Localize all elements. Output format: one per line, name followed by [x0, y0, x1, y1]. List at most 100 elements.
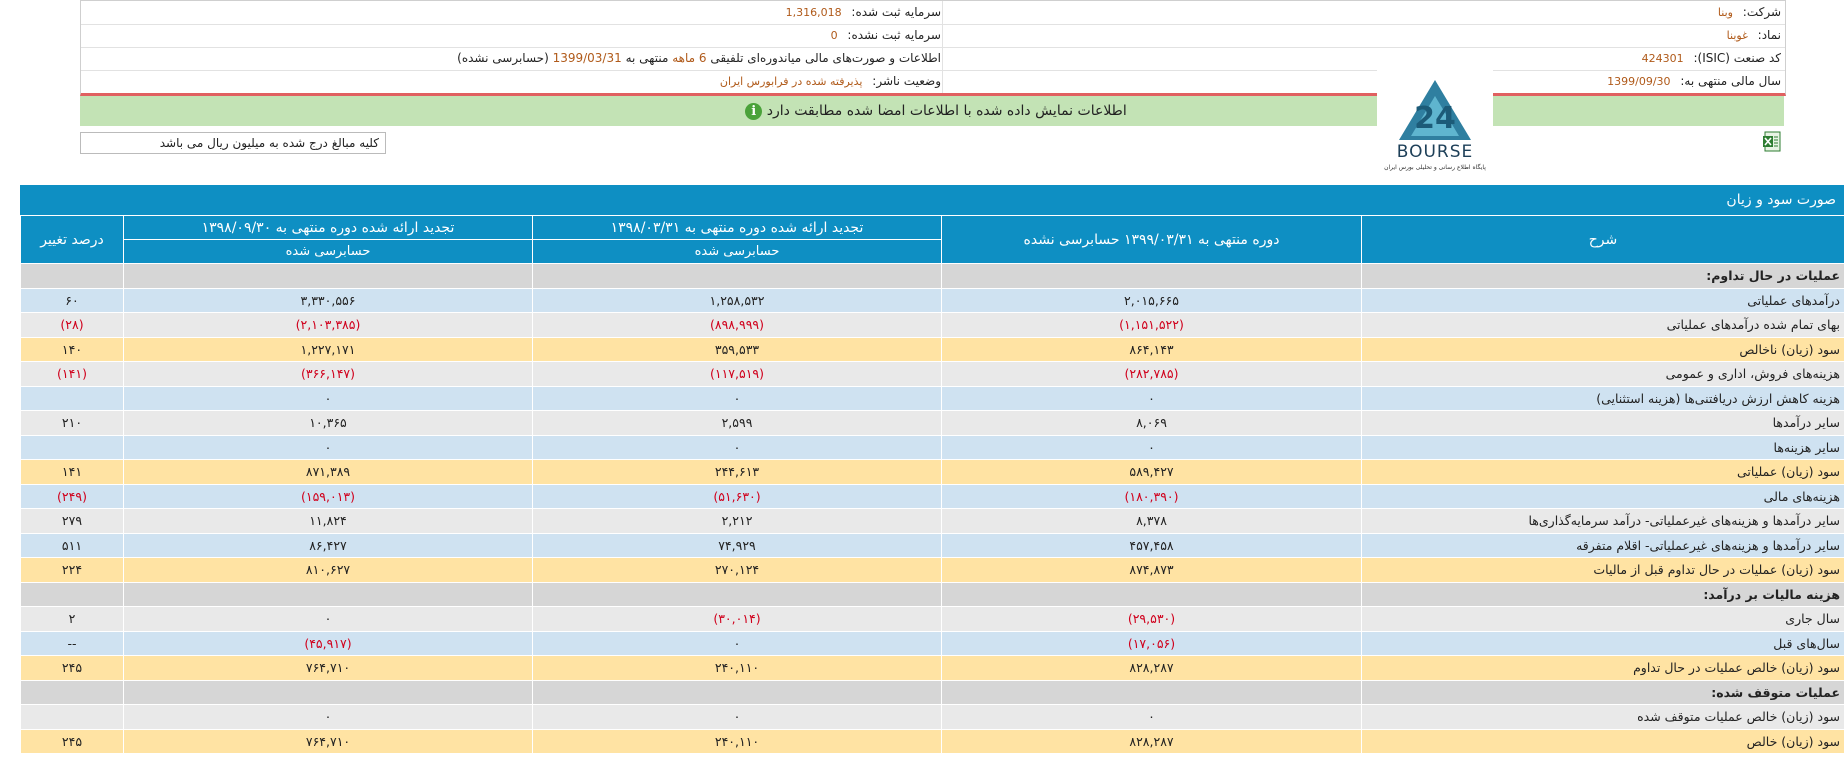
cell-restated-1398-09: (۲,۱۰۳,۳۸۵) — [123, 312, 533, 338]
info-row-symbol: نماد: غوبنا سرمایه ثبت نشده: 0 — [81, 24, 1785, 48]
col-header-change-pct: درصد تغییر — [20, 215, 124, 264]
row-label: سال‌های قبل — [1361, 630, 1845, 656]
info-row-company: شرکت: وبنا سرمایه ثبت شده: 1,316,018 — [81, 1, 1785, 25]
company-name-link[interactable]: وبنا — [1718, 6, 1733, 19]
cell-change-pct: -- — [20, 630, 124, 656]
cell-restated-1398-03: (۱۱۷,۵۱۹) — [532, 361, 942, 387]
cell-current-period: ۵۸۹,۴۲۷ — [941, 459, 1362, 485]
table-row: سایر هزینه‌ها ۰ ۰ ۰ — [20, 434, 1845, 460]
row-label: درآمدهای عملیاتی — [1361, 287, 1845, 313]
cell-restated-1398-03 — [532, 581, 942, 607]
table-row: سود (زیان) خالص عملیات در حال تداوم ۸۲۸,۲… — [20, 655, 1845, 681]
cell-restated-1398-09 — [123, 679, 533, 705]
cell-current-period — [941, 679, 1362, 705]
cell-restated-1398-03: ۲۴۰,۱۱۰ — [532, 728, 942, 754]
cell-current-period: ۸۷۴,۸۷۳ — [941, 557, 1362, 583]
cell-restated-1398-09: ۰ — [123, 385, 533, 411]
row-label: عملیات در حال تداوم: — [1361, 263, 1845, 289]
symbol-label: نماد: — [1757, 28, 1781, 42]
table-row: بهای تمام شده درآمدهای عملیاتی (۱,۱۵۱,۵۲۲… — [20, 312, 1845, 338]
cell-restated-1398-03: ۰ — [532, 385, 942, 411]
cell-restated-1398-03: ۰ — [532, 630, 942, 656]
cell-current-period: ۸۶۴,۱۴۳ — [941, 336, 1362, 362]
cell-change-pct: ۲۲۴ — [20, 557, 124, 583]
cell-restated-1398-09 — [123, 581, 533, 607]
row-label: بهای تمام شده درآمدهای عملیاتی — [1361, 312, 1845, 338]
table-body: عملیات در حال تداوم: درآمدهای عملیاتی ۲,۰۱… — [20, 263, 1845, 754]
cell-restated-1398-03: ۰ — [532, 704, 942, 730]
row-label: سایر درآمدها و هزینه‌های غیرعملیاتی- اقل… — [1361, 532, 1845, 558]
cell-change-pct — [20, 434, 124, 460]
table-title: صورت سود و زیان — [20, 185, 1844, 215]
row-label: سال جاری — [1361, 606, 1845, 632]
table-row: سود (زیان) عملیات در حال تداوم قبل از ما… — [20, 557, 1845, 583]
info-row-fiscal-year: سال مالی منتهی به: 1399/09/30 وضعیت ناشر… — [81, 70, 1785, 93]
table-row: سال‌های قبل (۱۷,۰۵۶) ۰ (۴۵,۹۱۷) -- — [20, 630, 1845, 656]
fiscal-year-label: سال مالی منتهی به: — [1680, 74, 1781, 88]
table-row: هزینه کاهش ارزش دریافتنی‌ها (هزینه استثن… — [20, 385, 1845, 411]
cell-change-pct: ۱۴۱ — [20, 459, 124, 485]
cell-restated-1398-09: ۰ — [123, 434, 533, 460]
row-label: سود (زیان) خالص عملیات متوقف شده — [1361, 704, 1845, 730]
cell-restated-1398-09: (۳۶۶,۱۴۷) — [123, 361, 533, 387]
section-row: عملیات متوقف شده: — [20, 679, 1845, 705]
cell-current-period: (۲۹,۵۳۰) — [941, 606, 1362, 632]
cell-change-pct — [20, 704, 124, 730]
cell-current-period: ۸۲۸,۲۸۷ — [941, 655, 1362, 681]
company-info-panel: شرکت: وبنا سرمایه ثبت شده: 1,316,018 نما… — [80, 0, 1786, 96]
cell-change-pct: (۱۴۱) — [20, 361, 124, 387]
cell-change-pct — [20, 679, 124, 705]
table-row: سایر درآمدها و هزینه‌های غیرعملیاتی- اقل… — [20, 532, 1845, 558]
bourse24-logo[interactable]: 24 BOURSE پایگاه اطلاع رسانی و تحلیلی بو… — [1377, 66, 1493, 176]
cell-change-pct: ۲۷۹ — [20, 508, 124, 534]
cell-restated-1398-09: ۷۶۴,۷۱۰ — [123, 655, 533, 681]
cell-restated-1398-03: ۲۷۰,۱۲۴ — [532, 557, 942, 583]
cell-current-period: ۸,۰۶۹ — [941, 410, 1362, 436]
cell-restated-1398-03: ۱,۲۵۸,۵۳۲ — [532, 287, 942, 313]
table-row: سود (زیان) عملیاتی ۵۸۹,۴۲۷ ۲۴۴,۶۱۳ ۸۷۱,۳۸۹ ۱… — [20, 459, 1845, 485]
cell-restated-1398-09: ۷۶۴,۷۱۰ — [123, 728, 533, 754]
report-mid: منتهی به — [625, 51, 669, 65]
cell-restated-1398-09: ۱۰,۳۶۵ — [123, 410, 533, 436]
unregistered-capital-value: 0 — [830, 29, 838, 42]
cell-restated-1398-03: ۲,۲۱۲ — [532, 508, 942, 534]
report-prefix: اطلاعات و صورت‌های مالی میاندوره‌ای تلفی… — [710, 51, 941, 65]
cell-change-pct: (۲۴۹) — [20, 483, 124, 509]
income-statement-table: شرح دوره منتهی به ۱۳۹۹/۰۳/۳۱ حسابرسی نشد… — [20, 215, 1845, 754]
info-icon: i — [745, 102, 763, 120]
col-header-current-period: دوره منتهی به ۱۳۹۹/۰۳/۳۱ حسابرسی نشده — [941, 215, 1362, 264]
row-label: سود (زیان) خالص — [1361, 728, 1845, 754]
cell-restated-1398-09: ۱۱,۸۲۴ — [123, 508, 533, 534]
cell-current-period: (۱۷,۰۵۶) — [941, 630, 1362, 656]
col-subheader-audited-1: حسابرسی شده — [532, 239, 942, 264]
cell-change-pct — [20, 581, 124, 607]
row-label: سود (زیان) خالص عملیات در حال تداوم — [1361, 655, 1845, 681]
header-row: شرح دوره منتهی به ۱۳۹۹/۰۳/۳۱ حسابرسی نشد… — [20, 215, 1845, 264]
table-row: هزینه‌های مالی (۱۸۰,۳۹۰) (۵۱,۶۳۰) (۱۵۹,۰۱۳)… — [20, 483, 1845, 509]
logo-numeral: 24 — [1414, 101, 1456, 136]
row-label: هزینه کاهش ارزش دریافتنی‌ها (هزینه استثن… — [1361, 385, 1845, 411]
cell-restated-1398-09: ۸۶,۴۲۷ — [123, 532, 533, 558]
report-audit-status: (حسابرسی نشده) — [457, 51, 549, 65]
table-row: سود (زیان) خالص عملیات متوقف شده ۰ ۰ ۰ — [20, 704, 1845, 730]
symbol-link[interactable]: غوبنا — [1727, 29, 1748, 42]
publisher-status-value: پذیرفته شده در فرابورس ایران — [719, 75, 863, 88]
report-date: 1399/03/31 — [552, 51, 622, 65]
col-subheader-audited-2: حسابرسی شده — [123, 239, 533, 264]
table-row: سایر درآمدها و هزینه‌های غیرعملیاتی- درآ… — [20, 508, 1845, 534]
company-label: شرکت: — [1742, 5, 1781, 19]
row-label: سود (زیان) ناخالص — [1361, 336, 1845, 362]
cell-current-period: (۱,۱۵۱,۵۲۲) — [941, 312, 1362, 338]
cell-restated-1398-03 — [532, 263, 942, 289]
cell-restated-1398-03: ۲,۵۹۹ — [532, 410, 942, 436]
cell-restated-1398-03: ۲۴۰,۱۱۰ — [532, 655, 942, 681]
cell-change-pct: ۵۱۱ — [20, 532, 124, 558]
excel-icon[interactable] — [1762, 131, 1782, 153]
cell-restated-1398-09: ۳,۳۳۰,۵۵۶ — [123, 287, 533, 313]
row-label: سایر درآمدها — [1361, 410, 1845, 436]
cell-restated-1398-03: ۰ — [532, 434, 942, 460]
unregistered-capital-label: سرمایه ثبت نشده: — [847, 28, 941, 42]
cell-current-period: ۲,۰۱۵,۶۶۵ — [941, 287, 1362, 313]
col-header-description: شرح — [1361, 215, 1845, 264]
cell-change-pct: ۲۴۵ — [20, 728, 124, 754]
